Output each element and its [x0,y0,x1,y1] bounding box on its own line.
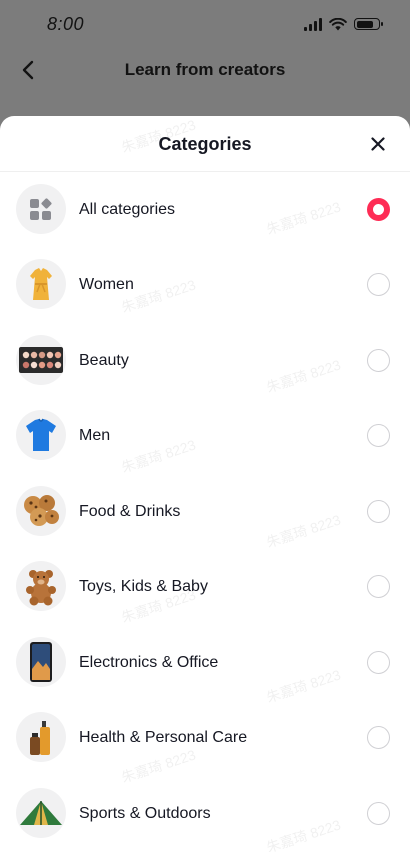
sheet-header: Categories [0,116,410,172]
smartphone-icon [16,637,66,687]
category-label: Electronics & Office [79,654,219,671]
radio-unselected[interactable] [367,500,390,523]
category-row-beauty[interactable]: Beauty [0,323,410,398]
status-bar: 8:00 [0,0,410,48]
radio-unselected[interactable] [367,349,390,372]
radio-unselected[interactable] [367,726,390,749]
category-label: Women [79,276,134,293]
category-row-toys-kids-baby[interactable]: Toys, Kids & Baby [0,549,410,624]
wifi-icon [329,17,347,30]
category-label: Food & Drinks [79,503,181,520]
sheet-title: Categories [158,134,252,154]
chevron-left-icon [22,60,34,80]
category-label: Sports & Outdoors [79,805,211,822]
status-time: 8:00 [47,13,85,34]
radio-unselected[interactable] [367,424,390,447]
background-header: Learn from creators [0,48,410,92]
teddy-bear-icon [16,561,66,611]
eyeshadow-palette-icon [16,335,66,385]
status-icons [304,17,383,31]
category-row-all[interactable]: All categories [0,172,410,247]
category-label: Health & Personal Care [79,729,248,746]
tent-icon [16,788,66,838]
radio-unselected[interactable] [367,273,390,296]
category-label: Beauty [79,352,129,369]
bottles-icon [16,712,66,762]
category-label: Men [79,427,111,444]
radio-selected[interactable] [367,198,390,221]
grid-icon [16,184,66,234]
categories-sheet: Categories All categories Women Beauty M… [0,116,410,852]
category-row-electronics-office[interactable]: Electronics & Office [0,625,410,700]
category-label: Toys, Kids & Baby [79,578,208,595]
back-button[interactable] [12,54,44,86]
cookies-icon [16,486,66,536]
category-row-men[interactable]: Men [0,398,410,473]
background-page-title: Learn from creators [124,60,286,79]
close-icon [371,137,385,151]
category-row-women[interactable]: Women [0,247,410,322]
dress-icon [16,259,66,309]
close-button[interactable] [368,134,388,154]
category-label: All categories [79,201,176,218]
category-row-health-personal-care[interactable]: Health & Personal Care [0,700,410,775]
radio-unselected[interactable] [367,575,390,598]
radio-unselected[interactable] [367,802,390,825]
shirt-icon [16,410,66,460]
category-row-food-drinks[interactable]: Food & Drinks [0,474,410,549]
category-row-sports-outdoors[interactable]: Sports & Outdoors [0,776,410,851]
battery-icon [354,18,383,30]
cellular-signal-icon [304,17,322,31]
radio-unselected[interactable] [367,651,390,674]
